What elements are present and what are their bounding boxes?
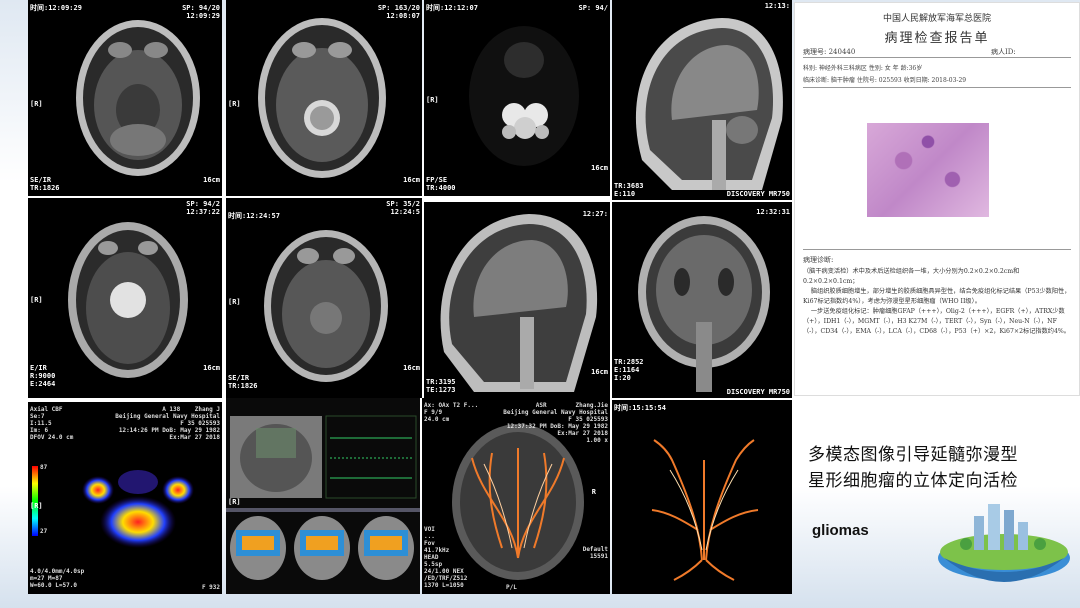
- mri-sagittal-t2[interactable]: 12:13: TR:3683 E:110 DISCOVERY MR750: [612, 0, 792, 200]
- report-diagnosis-text: （脑干病变活检）术中及术后送检组织各一堆，大小分别为0.2×0.2×0.2cm和…: [803, 268, 1071, 335]
- pathology-report: 中国人民解放军海军总医院 病理检查报告单 病理号: 240440 病人ID: 科…: [794, 2, 1080, 396]
- overlay-bottom-left: SE/IR TR:1826: [30, 176, 60, 192]
- overlay-top-right: 12:27:: [582, 210, 608, 218]
- orientation-label: [R]: [228, 298, 241, 306]
- overlay-top-right: A 138 Zhang J Beijing General Navy Hospi…: [115, 406, 220, 441]
- overlay-top-left: 时间:15:15:54: [614, 404, 666, 412]
- overlay-top-left: Axial CBF Se:7 I:11.5 Im: 6 DFOV 24.0 cm: [30, 406, 74, 441]
- caption-line-1: 多模态图像引导延髓弥漫型: [808, 445, 1018, 465]
- overlay-bottom-left: E/IR R:9000 E:2464: [30, 364, 56, 388]
- report-pathology-no: 病理号: 240440: [803, 48, 856, 56]
- report-row-1: 科别: 神经外科三科病区 性别: 女 年 龄:36岁: [803, 65, 923, 72]
- overlay-bottom-left: TR:3683 E:110: [614, 182, 644, 198]
- cbf-perfusion-map[interactable]: Axial CBF Se:7 I:11.5 Im: 6 DFOV 24.0 cm…: [28, 402, 222, 594]
- report-divider: [803, 87, 1071, 88]
- overlay-bottom-center: P/L: [506, 584, 517, 591]
- overlay-top-right: 12:13:: [764, 2, 790, 10]
- orientation-label: [R]: [426, 96, 439, 104]
- orientation-label: R: [591, 488, 596, 496]
- mri-image: [469, 26, 579, 166]
- overlay-bottom-left: VOI ... Fov 41.7kHz HEAD 5.5sp 24/1.00 N…: [424, 526, 468, 589]
- fiber-bundle-image: [651, 439, 759, 581]
- overlay-bottom-right: 16cm: [591, 368, 608, 376]
- overlay-bottom-right: 16cm: [403, 364, 420, 372]
- colorbar-max: 87: [40, 464, 48, 471]
- mri-image: [635, 18, 783, 190]
- report-divider: [803, 249, 1071, 250]
- overlay-bottom-right: Default 15591: [582, 546, 608, 560]
- mri-sagittal-t1[interactable]: 12:27: TR:3195 TE:1273 16cm: [424, 202, 610, 398]
- mri-axial-flair[interactable]: 时间:12:12:07 SP: 94/ [R] FP/SE TR:4000 16…: [424, 0, 610, 196]
- overlay-bottom-right: 16cm: [591, 164, 608, 172]
- mri-axial-t1-1[interactable]: 时间:12:09:29 SP: 94/20 12:09:29 [R] SE/IR…: [28, 0, 222, 196]
- overlay-bottom-left: FP/SE TR:4000: [426, 176, 456, 192]
- overlay-bottom-right: 16cm: [403, 176, 420, 184]
- mri-image: [76, 20, 200, 176]
- overlay-top-right: SP: 94/: [578, 4, 608, 12]
- overlay-bottom-left: TR:3195 TE:1273: [426, 378, 456, 394]
- orientation-label: [R]: [30, 100, 43, 108]
- report-divider: [803, 57, 1071, 58]
- dti-tractography-3d[interactable]: 时间:15:15:54: [612, 400, 792, 594]
- mri-image: [68, 222, 188, 378]
- mri-axial-flair-2[interactable]: SP: 94/2 12:37:22 [R] E/IR R:9000 E:2464…: [28, 198, 222, 398]
- overlay-top-right: SP: 94/20 12:09:29: [182, 4, 220, 20]
- overlay-top-right: SP: 94/2 12:37:22: [186, 200, 220, 216]
- mri-image: [258, 18, 386, 178]
- overlay-bottom-left: TR:2852 E:1164 I:20: [614, 358, 644, 382]
- mri-axial-t1-3[interactable]: 时间:12:24:57 SP: 35/2 12:24:5 [R] SE/IR T…: [226, 198, 422, 398]
- orientation-label: [R]: [30, 502, 43, 510]
- keyword-label: gliomas: [812, 522, 869, 539]
- overlay-bottom-right: F 932: [201, 584, 220, 591]
- report-patient-id: 病人ID:: [991, 48, 1016, 56]
- overlay-top-right: ASR Zhang.Jie Beijing General Navy Hospi…: [503, 402, 608, 444]
- overlay-bottom-right: DISCOVERY MR750: [726, 388, 790, 396]
- caption-line-2: 星形细胞瘤的立体定向活检: [808, 471, 1018, 491]
- overlay-bottom-right: 16cm: [203, 176, 220, 184]
- orientation-label: [R]: [228, 498, 241, 506]
- colorbar-min: 27: [40, 528, 48, 535]
- overlay-top-right: SP: 163/20 12:08:07: [377, 4, 420, 20]
- overlay-bottom-left: SE/IR TR:1826: [228, 374, 258, 390]
- orientation-label: [R]: [30, 296, 43, 304]
- mri-image: [264, 230, 388, 382]
- report-hospital: 中国人民解放军海军总医院: [882, 14, 991, 24]
- mri-image: [440, 214, 598, 392]
- overlay-bottom-left: 4.0/4.0mm/4.0sp m=27 M=87 W=60.0 L=57.0: [30, 568, 85, 589]
- overlay-top-left: Ax: OAx T2 F... F 9/9 24.0 cm: [424, 402, 479, 423]
- mri-axial-t1-2[interactable]: SP: 163/20 12:08:07 [R] 16cm: [226, 0, 422, 196]
- histology-image: [867, 123, 989, 217]
- city-globe-icon: [938, 504, 1070, 582]
- overlay-top-left: 时间:12:12:07: [426, 4, 478, 12]
- overlay-bottom-right: 16cm: [203, 364, 220, 372]
- overlay-top-right: 12:32:31: [756, 208, 790, 216]
- report-row-2: 临床诊断: 脑干肿瘤 住院号: 025593 收到日期: 2018-03-29: [803, 77, 967, 84]
- orientation-label: [R]: [228, 100, 241, 108]
- overlay-top-right: SP: 35/2 12:24:5: [386, 200, 420, 216]
- report-title: 病理检查报告单: [884, 31, 990, 46]
- overlay-bottom-right: DISCOVERY MR750: [726, 190, 790, 198]
- overlay-top-left: 时间:12:09:29: [30, 4, 82, 12]
- dti-tractography-overlay[interactable]: Ax: OAx T2 F... F 9/9 24.0 cm ASR Zhang.…: [422, 398, 610, 594]
- navigation-planning-screen[interactable]: [R]: [226, 398, 420, 594]
- mri-coronal-t1[interactable]: 12:32:31 TR:2852 E:1164 I:20 DISCOVERY M…: [612, 202, 792, 398]
- overlay-top-left: 时间:12:24:57: [228, 212, 280, 220]
- slide-caption: 多模态图像引导延髓弥漫型 星形细胞瘤的立体定向活检: [808, 442, 1070, 494]
- report-diagnosis-label: 病理诊断:: [803, 256, 834, 264]
- planning-image: [226, 415, 420, 580]
